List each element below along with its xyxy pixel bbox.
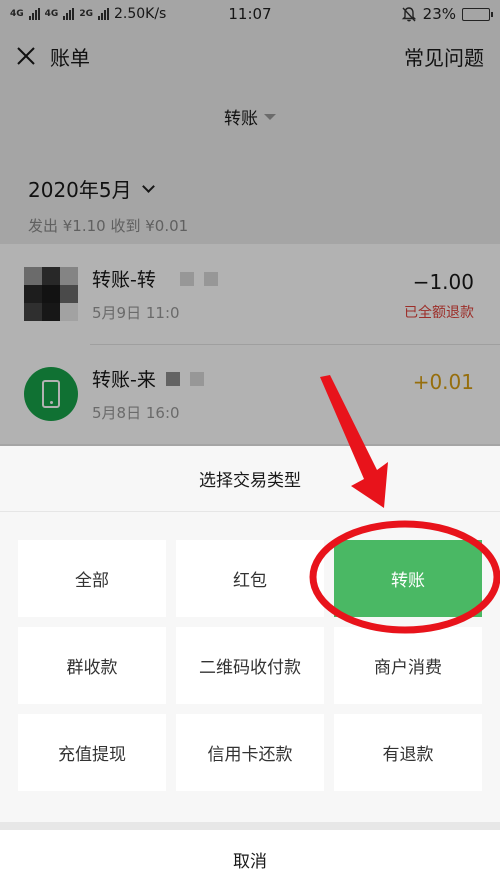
divider [0, 822, 500, 830]
modal-backdrop[interactable] [0, 0, 500, 446]
type-option[interactable]: 群收款 [18, 627, 166, 704]
cancel-button[interactable]: 取消 [0, 830, 500, 889]
type-option[interactable]: 红包 [176, 540, 324, 617]
type-option-selected[interactable]: 转账 [334, 540, 482, 617]
sheet-title: 选择交易类型 [0, 446, 500, 512]
type-option[interactable]: 商户消费 [334, 627, 482, 704]
type-option[interactable]: 有退款 [334, 714, 482, 791]
type-option[interactable]: 信用卡还款 [176, 714, 324, 791]
type-option-grid: 全部 红包 转账 群收款 二维码收付款 商户消费 充值提现 信用卡还款 有退款 [18, 540, 482, 791]
type-option[interactable]: 全部 [18, 540, 166, 617]
type-option[interactable]: 充值提现 [18, 714, 166, 791]
type-picker-sheet: 选择交易类型 全部 红包 转账 群收款 二维码收付款 商户消费 充值提现 信用卡… [0, 446, 500, 889]
type-option[interactable]: 二维码收付款 [176, 627, 324, 704]
